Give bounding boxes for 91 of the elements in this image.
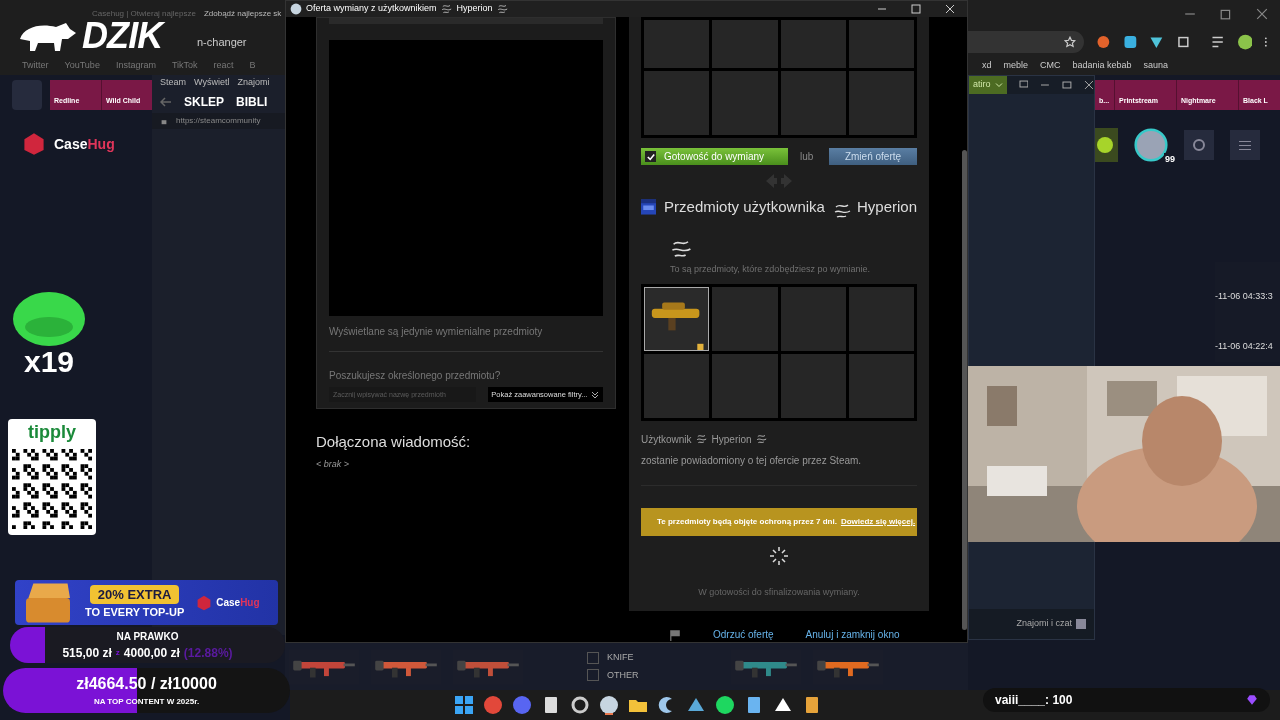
promo-headline: 20% EXTRA xyxy=(89,584,180,604)
chest-icon xyxy=(23,580,73,625)
checkbox[interactable] xyxy=(587,669,599,682)
bookmark-link[interactable]: Twitter xyxy=(22,58,49,73)
logo-text: Hug xyxy=(240,597,260,608)
or-text: lub xyxy=(800,150,814,164)
bookmark-link[interactable]: meble xyxy=(1003,58,1029,73)
chevron-down-icon xyxy=(994,82,1003,88)
avatar[interactable] xyxy=(1237,34,1253,50)
checkbox[interactable] xyxy=(587,651,599,664)
inventory-note: Wyświetlane są jedynie wymienialne przedmioty xyxy=(329,325,544,339)
gem-icon xyxy=(1246,694,1258,706)
message-heading: Dołączona wiadomość: xyxy=(316,432,472,452)
bookmark-link[interactable]: sauna xyxy=(1143,58,1169,73)
checkmark-icon xyxy=(646,152,655,161)
menu-button[interactable] xyxy=(1230,130,1260,160)
nav-tab[interactable]: SKLEP xyxy=(184,93,224,111)
filter-label: KNIFE xyxy=(607,651,634,664)
star-icon[interactable] xyxy=(1063,36,1076,48)
squiggle-icon xyxy=(440,3,453,15)
browser-tab[interactable]: Zdobądź najlepsze sk xyxy=(203,8,282,20)
message-text: < brak > xyxy=(316,457,351,471)
back-icon[interactable] xyxy=(160,97,172,107)
goal-amount: 4000,00 zł xyxy=(123,645,180,662)
notice-text: zostanie powiadomiony o tej ofercie przez Steam. xyxy=(641,453,862,468)
decline-link[interactable]: Odrzuć ofertę xyxy=(713,627,774,642)
account-dropdown[interactable]: atiro xyxy=(969,76,1007,94)
restore-icon[interactable] xyxy=(1220,8,1232,20)
start-icon[interactable] xyxy=(454,695,474,715)
menu-item[interactable]: Wyświetl xyxy=(194,76,230,90)
url-text: https://steamcommunity xyxy=(176,115,261,127)
status-text: W gotowości do sfinalizowania wymiany. xyxy=(698,585,860,599)
squiggle-icon xyxy=(496,3,509,15)
playlist-icon[interactable] xyxy=(1210,34,1226,50)
logo-text: Hug xyxy=(87,135,115,152)
partner-name: Hyperion xyxy=(856,196,917,217)
section-heading: Przedmioty użytkownika xyxy=(664,196,825,217)
protection-text: Te przedmioty będą objęte ochroną przez 7 dni. xyxy=(657,515,837,528)
brand-text: tipply xyxy=(28,423,76,441)
bookmark-link[interactable]: badania kebab xyxy=(1072,58,1132,73)
nav-tab[interactable]: BIBLI xyxy=(236,93,268,111)
more-icon[interactable] xyxy=(1264,36,1268,48)
address-text: n-changer xyxy=(197,34,247,50)
extension-icon[interactable] xyxy=(1122,34,1138,50)
promo-subline: TO EVERY TOP-UP xyxy=(85,605,185,620)
timestamp-text: -11-06 04:33:3 xyxy=(1215,290,1274,303)
bookmark-link[interactable]: Instagram xyxy=(115,58,156,73)
search-label: Poszukujesz określonego przedmiotu? xyxy=(329,369,502,383)
window-title: Hyperion xyxy=(456,2,493,16)
window-title: Oferta wymiany z użytkownikiem xyxy=(306,2,437,16)
close-icon[interactable] xyxy=(1084,80,1094,90)
bookmark-link[interactable]: CMC xyxy=(1040,58,1061,73)
footer-label: Znajomi i czat xyxy=(1016,617,1072,631)
close-icon[interactable] xyxy=(1256,8,1268,20)
filter-label: OTHER xyxy=(607,668,639,682)
chat-text: vaiii____: 100 xyxy=(995,692,1073,709)
notice-text: Użytkownik xyxy=(641,432,692,447)
squiggle-icon xyxy=(695,433,708,445)
multiplier-text: x19 xyxy=(23,347,75,377)
monitor-icon[interactable] xyxy=(1018,80,1029,90)
bookmark-link[interactable]: YouTube xyxy=(64,58,100,73)
lock-icon xyxy=(160,117,168,125)
menu-item[interactable]: Steam xyxy=(160,76,186,90)
loading-icon xyxy=(769,545,789,566)
qr-code-icon xyxy=(12,449,92,529)
maximize-icon[interactable] xyxy=(911,4,921,14)
goal-title: NA PRAWKO xyxy=(116,630,179,644)
change-offer-button[interactable]: Zmień ofertę xyxy=(829,148,917,165)
maximize-icon[interactable] xyxy=(1062,80,1073,90)
squiggle-icon xyxy=(755,433,768,445)
partner-name: Hyperion xyxy=(711,432,752,447)
logo-text: DZIK xyxy=(82,18,163,54)
close-icon[interactable] xyxy=(945,4,955,14)
menu-item[interactable]: Znajomi xyxy=(237,76,270,90)
logo-text: Case xyxy=(54,135,88,152)
bookmark-link[interactable]: B xyxy=(249,58,256,73)
flag-icon[interactable] xyxy=(669,628,681,641)
goal-separator: z xyxy=(115,647,120,659)
item-slot[interactable] xyxy=(644,286,710,351)
bookmark-link[interactable]: react xyxy=(213,58,234,73)
settings-button[interactable] xyxy=(1184,130,1214,160)
double-chevron-icon xyxy=(591,390,600,399)
goal-percent: (12.88%) xyxy=(183,645,233,662)
timestamp-text: -11-06 04:22:4 xyxy=(1215,339,1274,353)
section-note: To są przedmioty, które zdobędziesz po wymianie. xyxy=(670,263,871,276)
goal-amount: 515,00 zł xyxy=(62,645,112,662)
extension-icon[interactable] xyxy=(1095,34,1111,50)
cancel-link[interactable]: Anuluj i zamknij okno xyxy=(805,627,900,642)
bookmark-link[interactable]: TikTok xyxy=(171,58,198,73)
bookmark-link[interactable]: xd xyxy=(982,58,992,73)
logo-text: Case xyxy=(216,597,241,608)
